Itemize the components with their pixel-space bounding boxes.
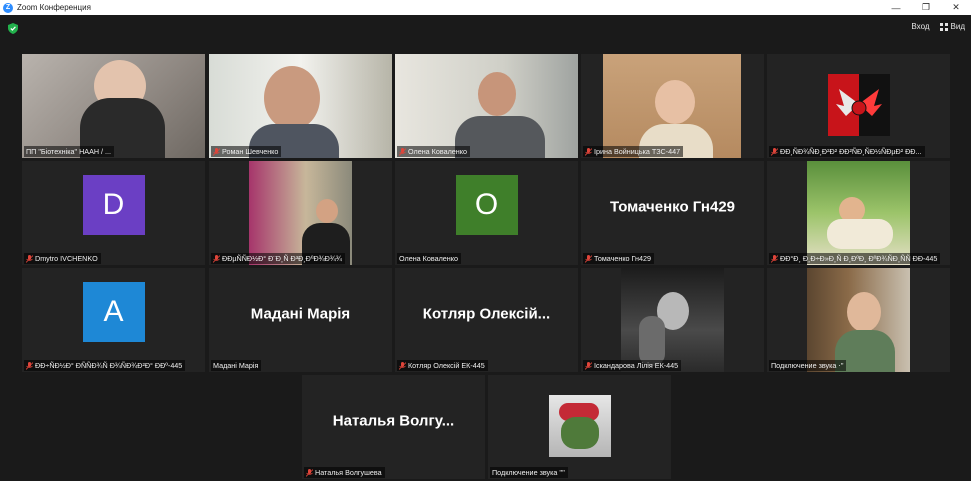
muted-mic-icon (771, 147, 778, 156)
participant-face (316, 199, 338, 223)
participant-name-label: Наталья Волгушева (304, 467, 385, 478)
participant-tile-17[interactable]: Подключение звука '''' (488, 375, 671, 479)
participant-name-label: Олена Коваленко (397, 146, 470, 157)
participant-display-name: Томаченко Гн429 (609, 198, 736, 216)
profile-picture (549, 395, 611, 457)
participant-name-label: Мадані Марія (211, 360, 262, 371)
muted-mic-icon (771, 254, 778, 263)
winged-logo-icon (836, 89, 882, 116)
muted-mic-icon (585, 254, 592, 263)
enter-label: Вход (911, 22, 930, 31)
muted-mic-icon (306, 468, 313, 477)
muted-mic-icon (26, 361, 33, 370)
participant-tile-4[interactable]: Ірина Войницька ТЗС-447 (581, 54, 764, 158)
muted-mic-icon (26, 254, 33, 263)
participant-tile-14[interactable]: Іскандарова Лілія ЕК-445 (581, 268, 764, 372)
participant-face (478, 72, 516, 116)
view-button[interactable]: Вид (939, 22, 965, 31)
avatar-initial: O (455, 174, 518, 235)
meeting-area: Вход Вид ПП "Біотехніка" НААН / ... Рома… (0, 15, 971, 481)
participant-face (655, 80, 695, 124)
participant-tile-3[interactable]: Олена Коваленко (395, 54, 578, 158)
participant-display-name: Котляр Олексій... (422, 305, 551, 323)
participant-tile-9[interactable]: Томаченко Гн429 Томаченко Гн429 (581, 161, 764, 265)
participant-name-label: Подключение звука '''' (490, 467, 568, 478)
participant-tile-5[interactable]: ÐÐ¸ÑÐ¾ÑÐ¸Ð²Ð² ÐÐ²ÑÐ¸ÑÐ½ÑÐµÐ² ÐÐ... (767, 54, 950, 158)
participant-name-label: ÐÐ÷ÑÐ½Ð° ÐÑÑÐ¾Ñ Ð¾ÑÐ¾Ð²Ð° ÐÐº-445 (24, 360, 186, 371)
zoom-app-icon: Z (3, 2, 13, 13)
muted-mic-icon (213, 147, 220, 156)
participant-tile-10[interactable]: ÐÐ°Ð¸ Ð¸Ð÷Ð»Ð¸Ñ Ð¸ÐºÐ¸ ÐºÐ¾ÑÐ¸ÑÑ ÐÐ-445 (767, 161, 950, 265)
participant-tile-6[interactable]: D Dmytro IVCHENKO (22, 161, 205, 265)
participant-name-label: Іскандарова Лілія ЕК-445 (583, 360, 682, 371)
participant-name-label: ÐÐ°Ð¸ Ð¸Ð÷Ð»Ð¸Ñ Ð¸ÐºÐ¸ ÐºÐ¾ÑÐ¸ÑÑ ÐÐ-445 (769, 253, 941, 264)
participant-tile-2[interactable]: Роман Шевченко (209, 54, 392, 158)
window-controls: — ❐ ✕ (881, 0, 971, 15)
participant-tile-15[interactable]: Подключение звука ‧'' (767, 268, 950, 372)
participant-display-name: Мадані Марія (250, 305, 351, 323)
participant-tile-13[interactable]: Котляр Олексій... Котляр Олексій ЕК-445 (395, 268, 578, 372)
avatar-initial: A (82, 281, 145, 342)
participant-name-label: Роман Шевченко (211, 146, 282, 157)
maximize-button[interactable]: ❐ (911, 0, 941, 15)
participant-tile-7[interactable]: ÐÐµÑÑÐ½Ð° Ð¨Ð¸Ñ Ð³Ð¸ÐºÐ¾Ð¾¾ (209, 161, 392, 265)
participant-name-label: Котляр Олексій ЕК-445 (397, 360, 488, 371)
participant-face (847, 292, 881, 332)
window-titlebar: Z Zoom Конференция — ❐ ✕ (0, 0, 971, 15)
participant-name-label: Ірина Войницька ТЗС-447 (583, 146, 684, 157)
muted-mic-icon (399, 361, 406, 370)
participant-name-label: Томаченко Гн429 (583, 253, 654, 264)
participant-tile-12[interactable]: Мадані Марія Мадані Марія (209, 268, 392, 372)
participant-name-label: ÐÐ¸ÑÐ¾ÑÐ¸Ð²Ð² ÐÐ²ÑÐ¸ÑÐ½ÑÐµÐ² ÐÐ... (769, 146, 925, 157)
avatar-initial: D (82, 174, 145, 235)
minimize-button[interactable]: — (881, 0, 911, 15)
participant-name-label: ÐÐµÑÑÐ½Ð° Ð¨Ð¸Ñ Ð³Ð¸ÐºÐ¾Ð¾¾ (211, 253, 345, 264)
muted-mic-icon (585, 147, 592, 156)
top-right-toolbar: Вход Вид (911, 22, 965, 31)
participant-name-label: ПП "Біотехніка" НААН / ... (24, 146, 115, 157)
profile-picture (828, 74, 890, 136)
enter-button[interactable]: Вход (911, 22, 929, 31)
encryption-shield-icon[interactable] (8, 23, 18, 34)
grid-view-icon (939, 22, 948, 31)
participant-tile-11[interactable]: A ÐÐ÷ÑÐ½Ð° ÐÑÑÐ¾Ñ Ð¾ÑÐ¾Ð²Ð° ÐÐº-445 (22, 268, 205, 372)
close-button[interactable]: ✕ (941, 0, 971, 15)
muted-mic-icon (213, 254, 220, 263)
participant-tile-1[interactable]: ПП "Біотехніка" НААН / ... (22, 54, 205, 158)
participant-tile-8[interactable]: O Олена Коваленко (395, 161, 578, 265)
muted-mic-icon (585, 361, 592, 370)
participant-name-label: Подключение звука ‧'' (769, 360, 847, 371)
muted-mic-icon (399, 147, 406, 156)
participant-display-name: Наталья Волгу... (332, 412, 455, 430)
participant-clothing (827, 219, 893, 249)
view-label: Вид (950, 22, 965, 31)
participant-hair (639, 316, 665, 366)
participant-face (264, 66, 320, 130)
window-title: Zoom Конференция (17, 3, 91, 12)
participant-name-label: Олена Коваленко (397, 253, 461, 264)
participant-name-label: Dmytro IVCHENKO (24, 253, 101, 264)
participant-tile-16[interactable]: Наталья Волгу... Наталья Волгушева (302, 375, 485, 479)
